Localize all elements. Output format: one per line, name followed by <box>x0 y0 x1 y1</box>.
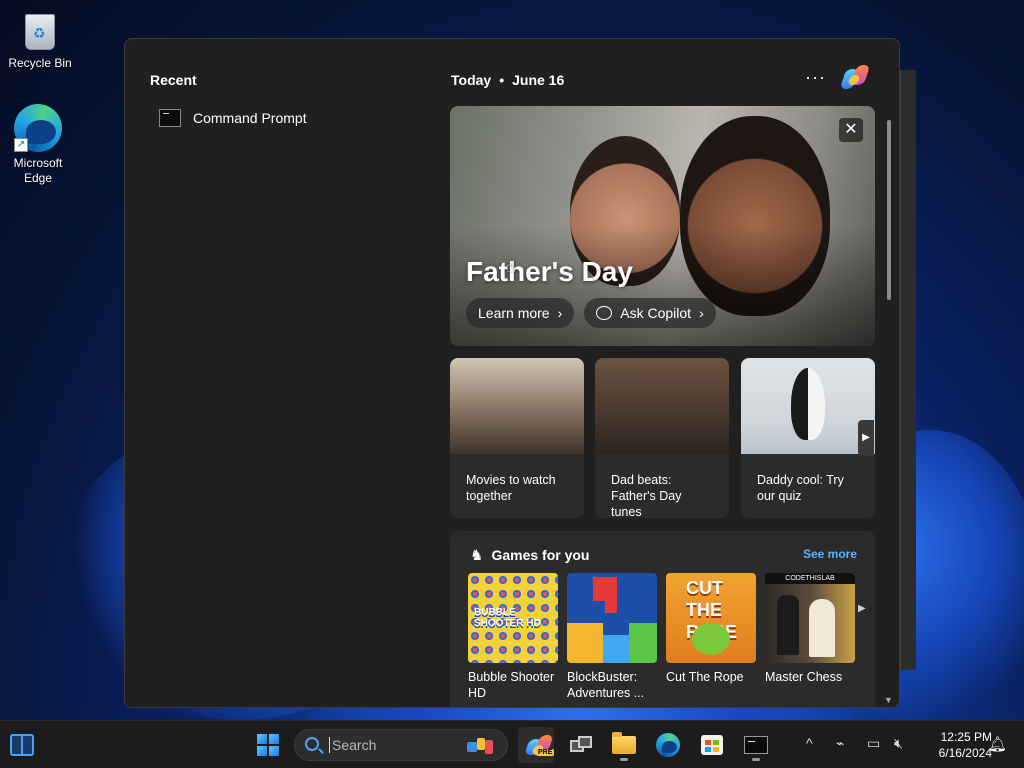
taskbar-search[interactable] <box>294 729 508 761</box>
game-image <box>567 573 657 663</box>
card-image <box>595 358 729 454</box>
see-more-link[interactable]: See more <box>803 547 857 561</box>
learn-more-button[interactable]: Learn more › <box>466 298 575 328</box>
games-section: ♞ Games for you See more BUBBLE SHOOTER … <box>450 531 875 707</box>
desktop-icon-edge[interactable]: ↗ Microsoft Edge <box>0 104 76 186</box>
running-indicator <box>752 758 760 761</box>
preview-badge: PRE <box>536 749 555 756</box>
close-icon[interactable]: ✕ <box>839 118 863 142</box>
running-indicator <box>620 758 628 761</box>
edge-icon <box>656 733 680 757</box>
date-label: June 16 <box>512 72 565 88</box>
card-caption: Movies to watch together <box>466 473 556 503</box>
desktop-icon-label: Recycle Bin <box>8 56 72 70</box>
shortcut-arrow-icon: ↗ <box>14 138 28 152</box>
copilot-taskbar-button[interactable]: PRE <box>518 727 555 763</box>
search-highlight-icon <box>465 736 495 756</box>
widgets-button[interactable] <box>4 727 40 763</box>
feed-date-header: Today • June 16 <box>451 72 564 88</box>
game-tile[interactable]: CUT THE ROPE Cut The Rope <box>666 573 756 685</box>
game-tile[interactable]: BUBBLE SHOOTER HD Bubble Shooter HD <box>468 573 558 701</box>
game-name: BlockBuster: Adventures ... <box>567 670 645 700</box>
hero-title: Father's Day <box>466 256 633 287</box>
command-prompt-icon <box>744 736 768 754</box>
game-tile[interactable]: BlockBuster: Adventures ... <box>567 573 657 701</box>
start-widgets-panel: Recent Command Prompt Today • June 16 ··… <box>124 38 900 708</box>
scroll-down-icon[interactable]: ▼ <box>884 695 893 705</box>
news-card[interactable]: Dad beats: Father's Day tunes <box>595 358 729 518</box>
command-prompt-icon <box>159 109 181 127</box>
card-caption: Daddy cool: Try our quiz <box>757 473 844 503</box>
games-next-icon[interactable]: ▶ <box>858 603 866 614</box>
widgets-icon <box>10 734 34 756</box>
carousel-next-icon[interactable]: ▶ <box>858 420 874 456</box>
news-card[interactable]: Movies to watch together <box>450 358 584 518</box>
start-button[interactable] <box>250 727 286 763</box>
recycle-bin-icon: ♻ <box>21 8 59 52</box>
task-view-icon <box>570 736 592 754</box>
volume-muted-icon[interactable]: 🔇︎ <box>894 735 903 752</box>
recent-item-command-prompt[interactable]: Command Prompt <box>159 109 307 127</box>
chat-icon <box>596 306 613 320</box>
folder-icon <box>612 732 636 754</box>
notifications-icon[interactable]: 🔔︎ <box>988 735 1007 753</box>
store-icon <box>701 735 723 755</box>
card-image <box>741 358 875 454</box>
command-prompt-taskbar-button[interactable] <box>738 727 774 763</box>
game-image: CUT THE ROPE <box>666 573 756 663</box>
date-separator: • <box>499 72 505 88</box>
clock-time: 12:25 PM <box>940 730 992 744</box>
search-icon <box>305 737 319 751</box>
search-input[interactable] <box>329 737 459 753</box>
mouse-cursor-icon: ☝ <box>506 259 516 276</box>
show-hidden-icons-button[interactable]: ^ <box>806 735 813 751</box>
background-window-edge <box>900 70 916 670</box>
file-explorer-button[interactable] <box>606 727 642 763</box>
chess-piece-icon: ♞ <box>470 547 484 564</box>
network-disconnected-icon[interactable]: ⌁ <box>836 735 844 752</box>
card-image <box>450 358 584 454</box>
today-label: Today <box>451 72 492 88</box>
store-taskbar-button[interactable] <box>694 727 730 763</box>
game-name: Cut The Rope <box>666 670 744 684</box>
edge-icon: ↗ <box>14 104 62 152</box>
game-name: Bubble Shooter HD <box>468 670 555 700</box>
system-clock[interactable]: 12:25 PM 6/16/2024 <box>918 729 992 761</box>
game-image: BUBBLE SHOOTER HD <box>468 573 558 663</box>
chevron-right-icon: › <box>699 305 704 321</box>
windows-logo-icon <box>257 734 279 756</box>
recent-heading: Recent <box>150 72 197 88</box>
taskbar: PRE ^ ⌁ ▭ 🔇︎ 12:25 PM 6/16/2024 🔔︎ <box>0 720 1024 768</box>
more-options-button[interactable]: ··· <box>805 67 826 88</box>
edge-taskbar-button[interactable] <box>650 727 686 763</box>
recent-item-label: Command Prompt <box>193 110 307 126</box>
panel-scrollbar[interactable]: ▼ <box>884 70 896 705</box>
copilot-icon[interactable] <box>839 63 871 93</box>
clock-date: 6/16/2024 <box>938 746 992 760</box>
news-card[interactable]: Daddy cool: Try our quiz <box>741 358 875 518</box>
hero-card-fathers-day[interactable]: ✕ Father's Day Learn more › Ask Copilot … <box>450 106 875 346</box>
chevron-right-icon: › <box>557 305 563 321</box>
scroll-thumb[interactable] <box>887 120 891 300</box>
game-name: Master Chess <box>765 670 843 684</box>
games-title: Games for you <box>491 547 590 563</box>
ask-copilot-button[interactable]: Ask Copilot › <box>584 298 716 328</box>
desktop-icon-label: Microsoft Edge <box>13 156 63 185</box>
display-icon[interactable]: ▭ <box>867 735 880 752</box>
game-tile[interactable]: CODETHISLAB Master Chess <box>765 573 855 685</box>
game-image: CODETHISLAB <box>765 573 855 663</box>
desktop-icon-recycle-bin[interactable]: ♻ Recycle Bin <box>2 8 78 71</box>
card-caption: Dad beats: Father's Day tunes <box>611 473 682 518</box>
task-view-button[interactable] <box>563 727 599 763</box>
